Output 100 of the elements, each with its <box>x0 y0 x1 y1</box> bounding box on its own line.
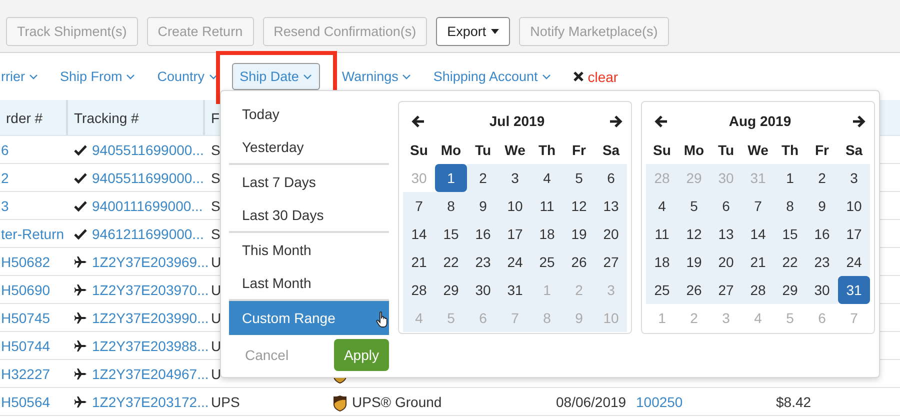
calendar-day[interactable]: 27 <box>595 248 627 276</box>
calendar-day[interactable]: 14 <box>403 220 435 248</box>
toolbar-button[interactable]: Export <box>436 17 510 46</box>
order-link[interactable]: H50564 <box>1 394 50 410</box>
tracking-link[interactable]: 1Z2Y37E204967... <box>92 366 209 382</box>
right-arrow-icon[interactable] <box>608 114 623 128</box>
calendar-day[interactable]: 7 <box>742 192 774 220</box>
calendar-day[interactable]: 6 <box>710 192 742 220</box>
calendar-day[interactable]: 14 <box>742 220 774 248</box>
calendar-day[interactable]: 19 <box>678 248 710 276</box>
tracking-link[interactable]: 9405511699000... <box>92 170 204 186</box>
calendar-day[interactable]: 28 <box>742 276 774 304</box>
calendar-day[interactable]: 8 <box>435 192 467 220</box>
calendar-day[interactable]: 19 <box>563 220 595 248</box>
calendar-day[interactable]: 4 <box>646 192 678 220</box>
calendar-day[interactable]: 1 <box>435 164 467 192</box>
calendar-day[interactable]: 24 <box>499 248 531 276</box>
tracking-link[interactable]: 9461211699000... <box>92 226 204 242</box>
calendar-day[interactable]: 4 <box>531 164 563 192</box>
range-option[interactable]: Yesterday <box>229 131 389 165</box>
calendar-day[interactable]: 12 <box>563 192 595 220</box>
table-row[interactable]: H50564 1Z2Y37E203172...UPS UPS® Ground 08/06/2019 100250 $8.42 <box>0 388 900 416</box>
calendar-day[interactable]: 23 <box>467 248 499 276</box>
range-option[interactable]: Custom Range <box>229 301 389 335</box>
calendar-day[interactable]: 13 <box>710 220 742 248</box>
order-link[interactable]: H50744 <box>1 338 50 354</box>
calendar-day[interactable]: 18 <box>646 248 678 276</box>
left-arrow-icon[interactable] <box>654 114 668 128</box>
calendar-day[interactable]: 16 <box>806 220 838 248</box>
calendar-day[interactable]: 18 <box>531 220 563 248</box>
calendar-day[interactable]: 10 <box>838 192 870 220</box>
calendar-day[interactable]: 10 <box>499 192 531 220</box>
order-link[interactable]: ter-Return <box>1 226 64 242</box>
order-link[interactable]: 6 <box>1 142 9 158</box>
range-option[interactable]: Last 7 Days <box>229 165 389 199</box>
column-header[interactable]: Tracking # <box>68 100 205 135</box>
calendar-day[interactable]: 29 <box>774 276 806 304</box>
calendar-day[interactable]: 21 <box>403 248 435 276</box>
calendar-day[interactable]: 6 <box>595 164 627 192</box>
left-arrow-icon[interactable] <box>411 114 425 128</box>
calendar-day[interactable]: 2 <box>467 164 499 192</box>
calendar-day[interactable]: 26 <box>678 276 710 304</box>
filter-dropdown[interactable]: rrier <box>0 63 46 90</box>
calendar-day[interactable]: 3 <box>838 164 870 192</box>
calendar-day[interactable]: 25 <box>531 248 563 276</box>
tracking-link[interactable]: 9400111699000... <box>92 198 203 214</box>
calendar-day[interactable]: 26 <box>563 248 595 276</box>
order-link[interactable]: 3 <box>1 198 9 214</box>
calendar-day[interactable]: 17 <box>499 220 531 248</box>
calendar-day[interactable]: 3 <box>499 164 531 192</box>
calendar-day[interactable]: 30 <box>806 276 838 304</box>
calendar-day[interactable]: 12 <box>678 220 710 248</box>
calendar-day[interactable]: 11 <box>646 220 678 248</box>
calendar-day[interactable]: 1 <box>774 164 806 192</box>
calendar-day[interactable]: 22 <box>435 248 467 276</box>
range-option[interactable]: Today <box>229 97 389 131</box>
order-link[interactable]: H32227 <box>1 366 50 382</box>
calendar-day[interactable]: 29 <box>435 276 467 304</box>
order-link[interactable]: H50745 <box>1 310 50 326</box>
calendar-day[interactable]: 11 <box>531 192 563 220</box>
calendar-day[interactable]: 23 <box>806 248 838 276</box>
tracking-link[interactable]: 9405511699000... <box>92 142 204 158</box>
calendar-day[interactable]: 22 <box>774 248 806 276</box>
calendar-day[interactable]: 28 <box>403 276 435 304</box>
calendar-day[interactable]: 25 <box>646 276 678 304</box>
calendar-day[interactable]: 9 <box>467 192 499 220</box>
calendar-day[interactable]: 30 <box>467 276 499 304</box>
calendar-day[interactable]: 13 <box>595 192 627 220</box>
order-link[interactable]: H50690 <box>1 282 50 298</box>
reference-link[interactable]: 100250 <box>636 394 683 410</box>
calendar-day[interactable]: 7 <box>403 192 435 220</box>
filter-dropdown[interactable]: Shipping Account <box>425 63 559 90</box>
calendar-day[interactable]: 8 <box>774 192 806 220</box>
right-arrow-icon[interactable] <box>852 114 866 128</box>
calendar-day[interactable]: 9 <box>806 192 838 220</box>
tracking-link[interactable]: 1Z2Y37E203988... <box>92 338 209 354</box>
calendar-day[interactable]: 15 <box>435 220 467 248</box>
calendar-day[interactable]: 20 <box>595 220 627 248</box>
tracking-link[interactable]: 1Z2Y37E203970... <box>92 282 209 298</box>
calendar-day[interactable]: 21 <box>742 248 774 276</box>
calendar-day[interactable]: 24 <box>838 248 870 276</box>
clear-link[interactable]: clear <box>588 68 618 84</box>
filter-dropdown[interactable]: Ship From <box>52 63 144 90</box>
calendar-day[interactable]: 2 <box>806 164 838 192</box>
tracking-link[interactable]: 1Z2Y37E203969... <box>92 254 209 270</box>
calendar-day[interactable]: 15 <box>774 220 806 248</box>
calendar-day[interactable]: 31 <box>838 276 870 304</box>
tracking-link[interactable]: 1Z2Y37E203172... <box>92 394 209 410</box>
calendar-day[interactable]: 5 <box>563 164 595 192</box>
filter-dropdown[interactable]: Warnings <box>334 63 420 90</box>
column-header[interactable]: rder # <box>0 100 68 135</box>
filter-dropdown[interactable]: Country <box>149 63 226 90</box>
tracking-link[interactable]: 1Z2Y37E203990... <box>92 310 209 326</box>
calendar-day[interactable]: 20 <box>710 248 742 276</box>
order-link[interactable]: H50682 <box>1 254 50 270</box>
calendar-day[interactable]: 16 <box>467 220 499 248</box>
calendar-day[interactable]: 17 <box>838 220 870 248</box>
order-link[interactable]: 2 <box>1 170 9 186</box>
calendar-day[interactable]: 5 <box>678 192 710 220</box>
range-option[interactable]: Last 30 Days <box>229 199 389 233</box>
